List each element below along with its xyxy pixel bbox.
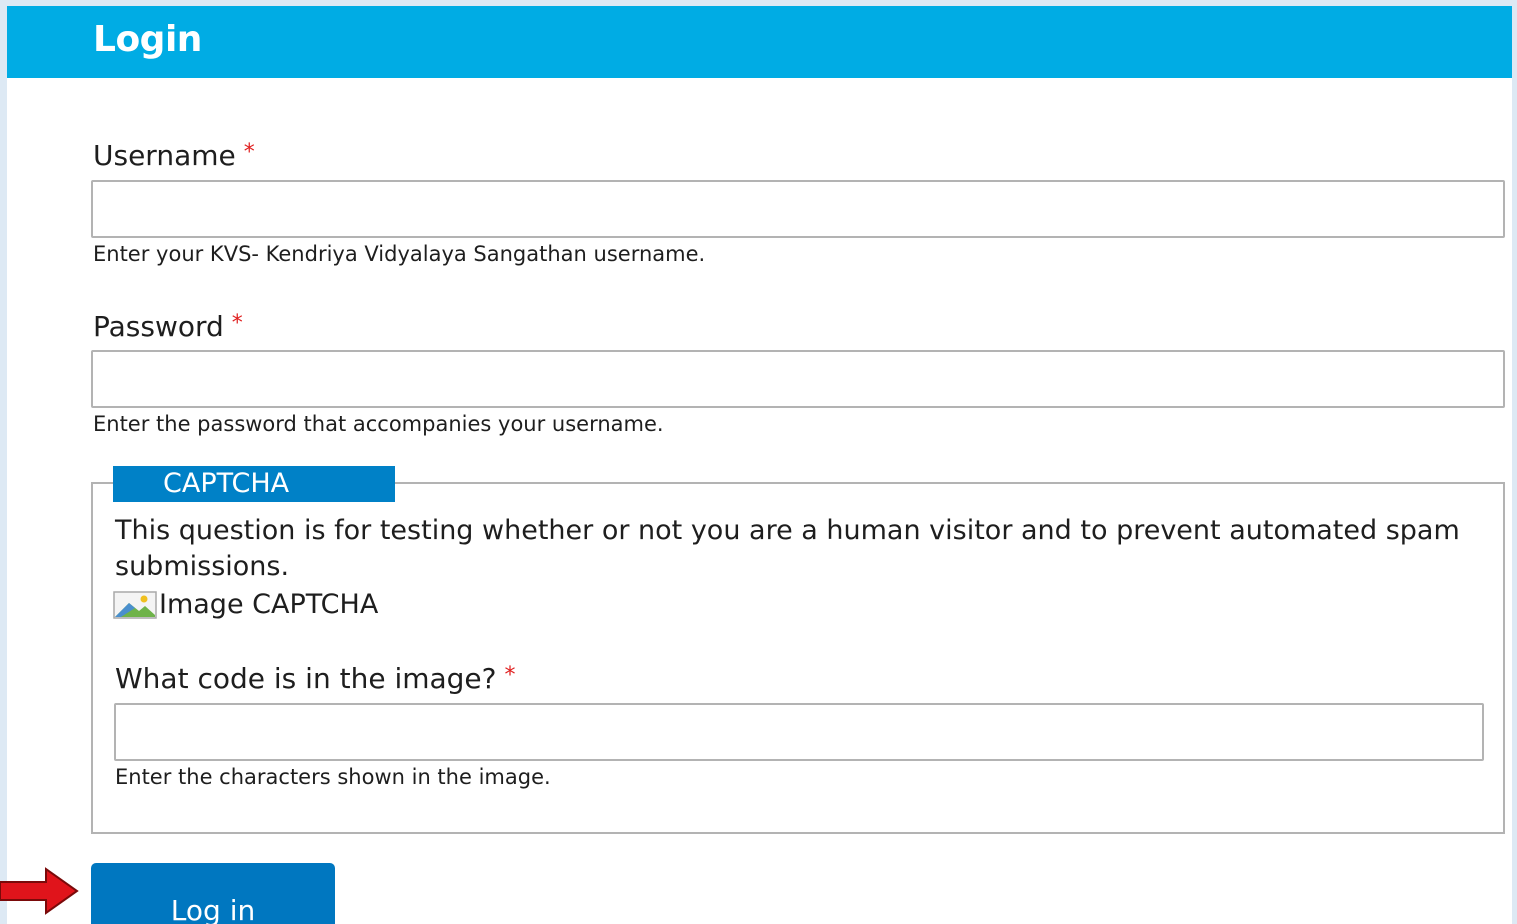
captcha-image-alt-text: Image CAPTCHA — [159, 589, 379, 620]
password-help: Enter the password that accompanies your… — [93, 412, 664, 436]
captcha-legend: CAPTCHA — [113, 466, 395, 502]
required-marker: * — [504, 663, 516, 688]
right-arrow-icon — [0, 867, 79, 915]
username-label-text: Username — [93, 139, 236, 172]
broken-image-icon — [113, 591, 157, 619]
captcha-code-label-text: What code is in the image? — [115, 662, 497, 695]
password-label: Password * — [93, 307, 243, 344]
captcha-image: Image CAPTCHA — [113, 588, 378, 622]
required-marker: * — [243, 140, 255, 165]
login-button[interactable]: Log in — [91, 863, 335, 924]
password-input[interactable] — [91, 350, 1505, 408]
captcha-code-input[interactable] — [114, 703, 1484, 761]
required-marker: * — [231, 311, 243, 336]
login-panel: Login Username * Enter your KVS- Kendriya… — [7, 6, 1512, 924]
captcha-description: This question is for testing whether or … — [115, 515, 1460, 582]
captcha-code-label: What code is in the image? * — [115, 659, 516, 696]
captcha-help: Enter the characters shown in the image. — [115, 765, 551, 789]
username-label: Username * — [93, 136, 255, 173]
page-title: Login — [93, 19, 202, 60]
username-help: Enter your KVS- Kendriya Vidyalaya Sanga… — [93, 242, 706, 266]
username-input[interactable] — [91, 180, 1505, 238]
password-label-text: Password — [93, 310, 224, 343]
page-header: Login — [7, 6, 1512, 78]
